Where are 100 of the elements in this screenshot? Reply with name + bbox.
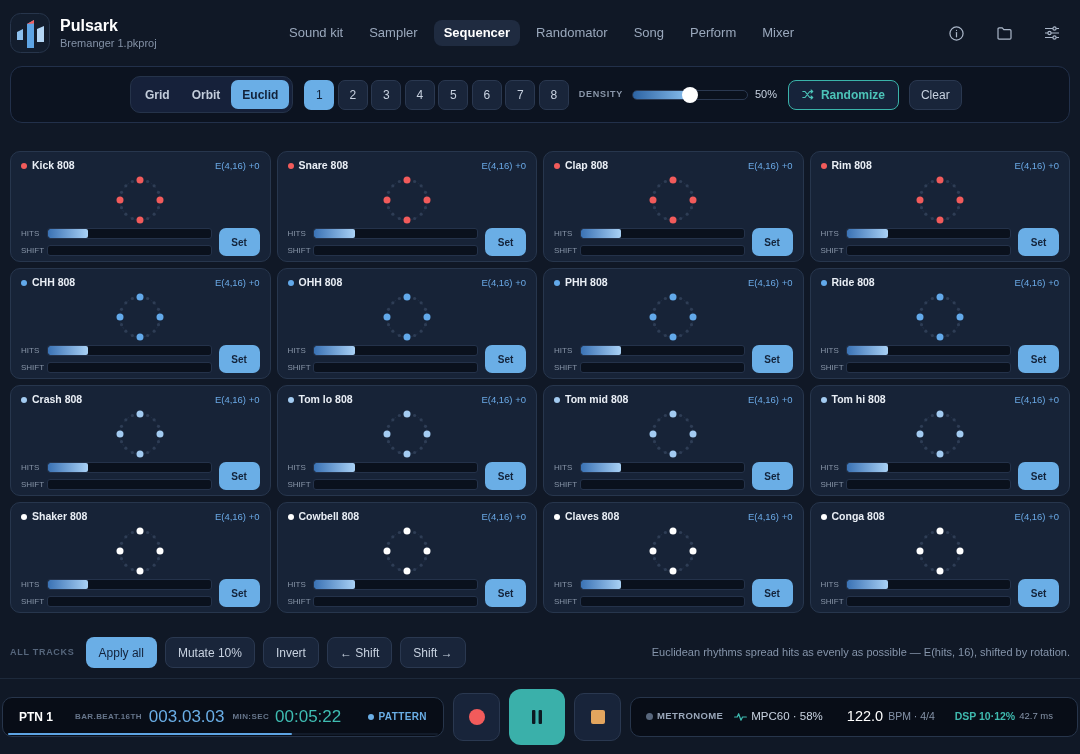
hits-slider[interactable] (846, 579, 1011, 590)
step-ring (649, 176, 698, 224)
hits-slider[interactable] (579, 579, 745, 590)
shift-slider[interactable] (313, 362, 478, 373)
time-label: MIN:SEC (232, 710, 270, 723)
pause-button[interactable] (509, 688, 565, 745)
pattern-button[interactable]: 2 (337, 79, 368, 110)
hits-label: HITS (820, 344, 839, 357)
shuffle-icon (801, 89, 814, 100)
shift-slider[interactable] (846, 362, 1011, 373)
stop-button[interactable] (574, 692, 621, 741)
set-button[interactable]: Set (218, 345, 260, 373)
info-icon (948, 25, 964, 41)
step-ring (649, 410, 698, 458)
action-button[interactable]: Apply all (85, 637, 157, 668)
set-button[interactable]: Set (485, 228, 526, 256)
shift-label: SHIFT (554, 244, 578, 257)
set-button[interactable]: Set (1018, 579, 1059, 607)
track-name: Shaker 808 (32, 509, 88, 525)
clear-button[interactable]: Clear (908, 79, 962, 110)
set-button[interactable]: Set (218, 462, 260, 490)
set-button[interactable]: Set (485, 345, 526, 373)
set-button[interactable]: Set (485, 579, 526, 607)
nav-tab[interactable]: Mixer (752, 20, 805, 46)
set-button[interactable]: Set (751, 345, 793, 373)
hits-slider[interactable] (46, 345, 212, 356)
action-button[interactable]: Invert (262, 637, 319, 668)
shift-slider[interactable] (313, 479, 478, 490)
pattern-button[interactable]: 6 (471, 79, 502, 110)
step-ring (915, 176, 964, 224)
set-button[interactable]: Set (1018, 228, 1059, 256)
shift-slider[interactable] (846, 479, 1011, 490)
action-button[interactable]: Mutate 10% (164, 637, 255, 668)
shift-slider[interactable] (46, 245, 212, 256)
shift-slider[interactable] (846, 596, 1011, 607)
shift-slider[interactable] (579, 479, 745, 490)
hits-slider[interactable] (579, 345, 745, 356)
mode-tab[interactable]: Grid (134, 80, 181, 109)
shift-slider[interactable] (46, 362, 212, 373)
shift-label: SHIFT (287, 244, 311, 257)
set-button[interactable]: Set (485, 462, 526, 490)
hits-label: HITS (820, 578, 839, 591)
mode-tab[interactable]: Orbit (180, 80, 232, 109)
action-button[interactable]: Shift → (400, 637, 466, 668)
shift-slider[interactable] (579, 596, 745, 607)
nav-tab[interactable]: Randomator (526, 20, 618, 46)
position-value: 003.03.03 (148, 705, 225, 728)
nav-tab[interactable]: Sampler (359, 20, 428, 46)
action-button[interactable]: ← Shift (326, 637, 393, 668)
track-name: PHH 808 (565, 275, 608, 291)
mode-tab[interactable]: Euclid (231, 80, 290, 109)
set-button[interactable]: Set (751, 579, 793, 607)
shift-slider[interactable] (46, 479, 212, 490)
nav-tab[interactable]: Song (623, 20, 675, 46)
pattern-button[interactable]: 4 (404, 79, 435, 110)
record-button[interactable] (453, 692, 500, 741)
shift-slider[interactable] (579, 245, 745, 256)
hits-slider[interactable] (846, 462, 1011, 473)
pattern-button[interactable]: 5 (438, 79, 469, 110)
shift-slider[interactable] (579, 362, 745, 373)
hits-slider[interactable] (313, 579, 478, 590)
set-button[interactable]: Set (1018, 462, 1059, 490)
hits-slider[interactable] (579, 462, 745, 473)
hits-slider[interactable] (46, 579, 212, 590)
pattern-button[interactable]: 1 (304, 79, 335, 110)
latency-value: 42.7 ms (1019, 709, 1053, 724)
step-ring (116, 410, 165, 458)
nav-tab[interactable]: Perform (680, 20, 747, 46)
pattern-button[interactable]: 8 (538, 79, 569, 110)
hits-slider[interactable] (313, 228, 478, 239)
set-button[interactable]: Set (751, 462, 793, 490)
slider-thumb[interactable] (681, 86, 698, 103)
hits-slider[interactable] (846, 228, 1011, 239)
shift-slider[interactable] (313, 596, 478, 607)
hits-slider[interactable] (46, 462, 212, 473)
euclid-pattern: E(4,16) +0 (1014, 392, 1059, 407)
hint-text: Euclidean rhythms spread hits as evenly as possible — E(hits, 16), shifted by rotation. (651, 645, 1070, 661)
pattern-button[interactable]: 3 (371, 79, 402, 110)
hits-slider[interactable] (46, 228, 212, 239)
shift-label: SHIFT (21, 478, 45, 491)
hits-slider[interactable] (313, 345, 478, 356)
set-button[interactable]: Set (751, 228, 793, 256)
nav-tab[interactable]: Sequencer (433, 20, 521, 46)
density-slider[interactable] (631, 89, 748, 100)
nav-tab[interactable]: Sound kit (279, 20, 354, 46)
pattern-button[interactable]: 7 (505, 79, 536, 110)
pattern-name: PTN 1 (19, 708, 53, 726)
set-button[interactable]: Set (218, 228, 260, 256)
hits-slider[interactable] (313, 462, 478, 473)
set-button[interactable]: Set (218, 579, 260, 607)
hits-label: HITS (554, 344, 573, 357)
randomize-button[interactable]: Randomize (787, 79, 899, 110)
shift-slider[interactable] (46, 596, 212, 607)
set-button[interactable]: Set (1018, 345, 1059, 373)
hits-label: HITS (21, 227, 40, 240)
euclid-pattern: E(4,16) +0 (214, 158, 260, 173)
shift-slider[interactable] (846, 245, 1011, 256)
shift-slider[interactable] (313, 245, 478, 256)
hits-slider[interactable] (846, 345, 1011, 356)
hits-slider[interactable] (579, 228, 745, 239)
